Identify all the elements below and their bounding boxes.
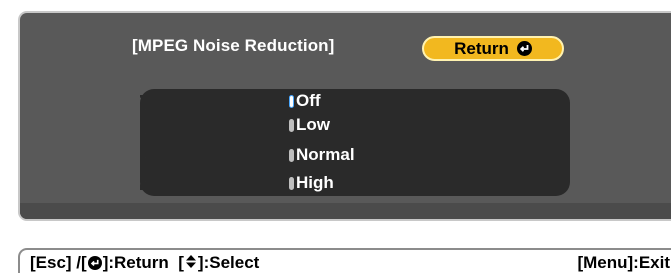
radio-icon	[289, 118, 294, 132]
return-help-text: ]:Return [	[102, 253, 184, 272]
return-button-label: Return	[454, 38, 509, 58]
select-help-text: ]:Select	[197, 253, 260, 272]
option-low[interactable]: Low	[289, 113, 330, 137]
help-status-bar: [Esc] /[ ]:Return [ ]:Select [Menu]:Exit	[18, 248, 671, 273]
options-list	[140, 89, 570, 196]
return-button[interactable]: Return	[422, 36, 564, 61]
option-label: High	[296, 173, 334, 192]
option-high[interactable]: High	[289, 171, 334, 195]
esc-help-text: [Esc] /[	[30, 253, 87, 272]
exit-help-text: [Menu]:Exit	[577, 253, 670, 272]
option-label: Normal	[296, 145, 355, 164]
radio-icon	[289, 176, 294, 190]
radio-selected-icon	[289, 94, 294, 108]
dialog-bottom-shade	[20, 203, 671, 219]
key-help-left: [Esc] /[ ]:Return [ ]:Select	[30, 253, 259, 273]
radio-icon	[289, 148, 294, 162]
option-label: Off	[296, 91, 321, 110]
projector-menu-screen: [MPEG Noise Reduction] Return Off Low No…	[0, 0, 671, 273]
enter-icon	[516, 41, 532, 56]
up-down-arrow-icon	[185, 254, 197, 272]
dialog-title: [MPEG Noise Reduction]	[132, 36, 335, 55]
enter-icon	[87, 256, 102, 270]
option-normal[interactable]: Normal	[289, 143, 355, 167]
option-off[interactable]: Off	[289, 89, 321, 113]
option-label: Low	[296, 115, 330, 134]
